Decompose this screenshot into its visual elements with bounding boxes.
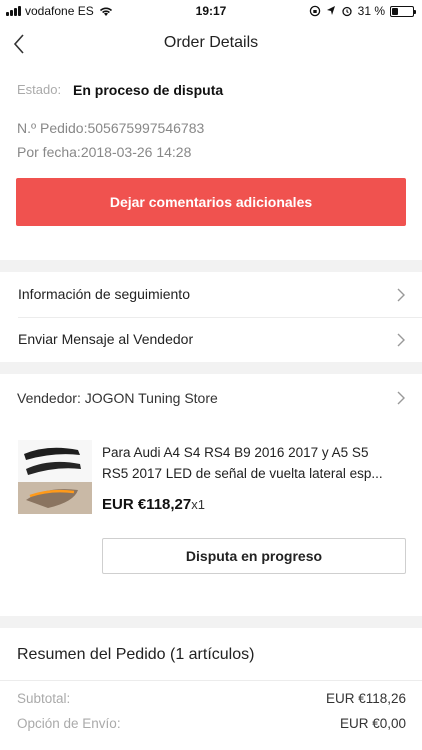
order-info-section: Estado: En proceso de disputa N.º Pedido… — [0, 66, 422, 260]
tracking-info-row[interactable]: Información de seguimiento — [0, 273, 422, 317]
chevron-right-icon — [397, 333, 405, 347]
product-price-row: EUR €118,27x1 — [102, 496, 205, 513]
message-seller-row[interactable]: Enviar Mensaje al Vendedor — [0, 318, 422, 362]
alarm-icon — [341, 6, 352, 17]
section-separator — [0, 260, 422, 272]
product-title[interactable]: Para Audi A4 S4 RS4 B9 2016 2017 y A5 S5… — [102, 442, 408, 484]
order-summary: Resumen del Pedido (1 artículos) Subtota… — [0, 628, 422, 750]
order-status: Estado: En proceso de disputa — [17, 82, 223, 98]
product-title-line: Para Audi A4 S4 RS4 B9 2016 2017 y A5 S5 — [102, 445, 369, 460]
message-seller-label: Enviar Mensaje al Vendedor — [18, 331, 194, 347]
rotation-lock-icon — [309, 5, 320, 17]
summary-divider — [0, 680, 422, 681]
order-status-label: Estado: — [17, 82, 62, 97]
shipping-value: EUR €0,00 — [339, 716, 406, 731]
order-status-value: En proceso de disputa — [73, 82, 224, 98]
product-quantity: x1 — [191, 497, 205, 512]
status-bar: vodafone ES 19:17 31 % — [0, 0, 422, 22]
seller-name: Vendedor: JOGON Tuning Store — [17, 390, 218, 406]
seller-row[interactable]: Vendedor: JOGON Tuning Store — [0, 376, 422, 420]
tracking-info-label: Información de seguimiento — [18, 286, 190, 302]
leave-feedback-button[interactable]: Dejar comentarios adicionales — [16, 178, 406, 226]
section-separator — [0, 616, 422, 628]
subtotal-row: Subtotal: EUR €118,26 — [17, 691, 406, 706]
battery-fill — [392, 7, 399, 15]
location-icon — [326, 6, 335, 15]
chevron-right-icon — [397, 288, 405, 302]
page-title: Order Details — [163, 34, 259, 51]
shipping-row: Opción de Envío: EUR €0,00 — [17, 716, 406, 731]
shipping-label: Opción de Envío: — [17, 716, 121, 731]
battery-icon — [390, 5, 416, 17]
dispute-in-progress-button[interactable]: Disputa en progreso — [102, 538, 406, 574]
order-summary-title: Resumen del Pedido (1 artículos) — [17, 646, 255, 663]
product-title-line: RS5 2017 LED de señal de vuelta lateral … — [102, 466, 383, 481]
subtotal-label: Subtotal: — [17, 691, 71, 706]
chevron-right-icon — [397, 391, 405, 405]
section-separator — [0, 362, 422, 374]
product-price: EUR €118,27 — [102, 496, 192, 513]
order-number: N.º Pedido:505675997546783 — [17, 120, 205, 136]
navigation-bar: Order Details — [0, 22, 422, 66]
product-thumbnail[interactable] — [18, 440, 92, 514]
battery-percent: 31 % — [357, 4, 385, 18]
product-item: Para Audi A4 S4 RS4 B9 2016 2017 y A5 S5… — [0, 436, 422, 596]
status-right: 31 % — [309, 4, 416, 18]
order-date: Por fecha:2018-03-26 14:28 — [17, 144, 192, 160]
subtotal-value: EUR €118,26 — [325, 691, 406, 706]
